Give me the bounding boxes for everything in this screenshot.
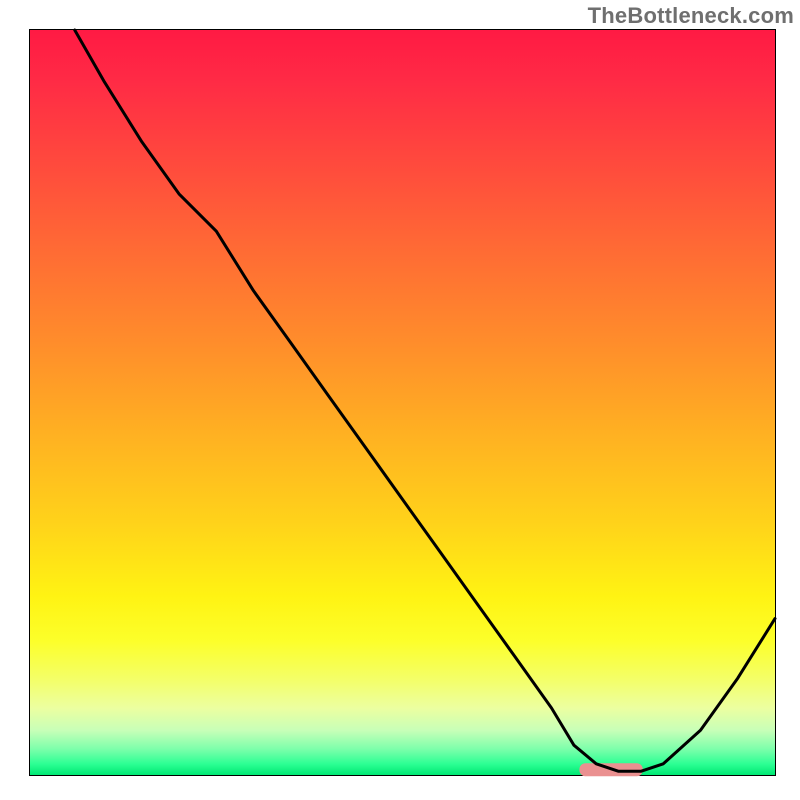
bottleneck-chart: TheBottleneck.com xyxy=(0,0,800,800)
chart-svg xyxy=(0,0,800,800)
watermark-text: TheBottleneck.com xyxy=(588,3,794,29)
